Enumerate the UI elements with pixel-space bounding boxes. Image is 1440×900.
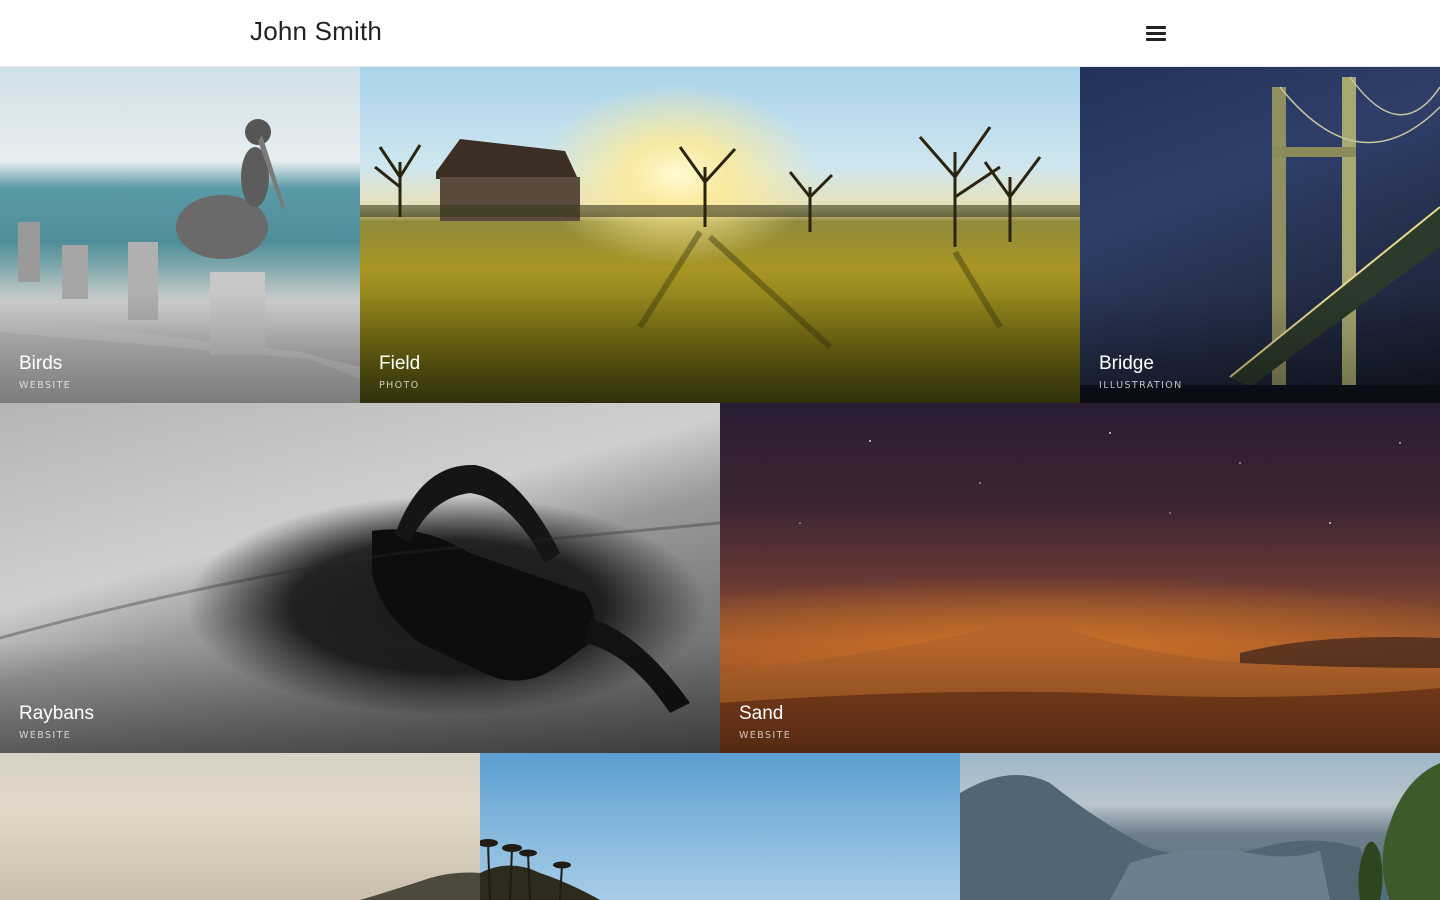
portfolio-item-title: Bridge (1099, 353, 1154, 374)
site-header: John Smith (0, 0, 1440, 67)
portfolio-item-category: PHOTO (379, 380, 420, 391)
portfolio-item-title: Sand (739, 703, 784, 724)
portfolio-item-coast[interactable] (0, 753, 480, 900)
sand-caption-shade (720, 643, 1440, 753)
portfolio-item-category: WEBSITE (19, 380, 72, 391)
coast-illustration (360, 872, 480, 900)
portfolio-item-title: Raybans (19, 703, 94, 724)
portfolio-item-raybans[interactable]: Raybans WEBSITE (0, 403, 720, 753)
palms-illustration (480, 839, 600, 900)
field-caption-shade (360, 293, 1080, 403)
portfolio-item-birds[interactable]: Birds WEBSITE (0, 67, 360, 403)
portfolio-item-category: WEBSITE (19, 730, 72, 741)
site-title[interactable]: John Smith (250, 16, 382, 47)
portfolio-item-sand[interactable]: Sand WEBSITE (720, 403, 1440, 753)
sand-caption: Sand WEBSITE (739, 703, 791, 741)
hamburger-bar-middle (1146, 32, 1166, 35)
field-caption: Field PHOTO (379, 353, 420, 391)
lake-illustration (960, 763, 1440, 900)
raybans-caption: Raybans WEBSITE (19, 703, 94, 741)
portfolio-item-category: WEBSITE (739, 730, 792, 741)
portfolio-item-title: Field (379, 353, 421, 374)
portfolio-item-field[interactable]: Field PHOTO (360, 67, 1080, 403)
hamburger-bar-top (1146, 26, 1166, 29)
hamburger-icon[interactable] (1142, 20, 1170, 46)
portfolio-item-lake[interactable] (960, 753, 1440, 900)
portfolio-item-title: Birds (19, 353, 63, 374)
portfolio-item-bridge[interactable]: Bridge ILLUSTRATION (1080, 67, 1440, 403)
portfolio-item-category: ILLUSTRATION (1099, 380, 1183, 391)
birds-caption: Birds WEBSITE (19, 353, 71, 391)
portfolio-item-palms[interactable] (480, 753, 960, 900)
raybans-caption-shade (0, 643, 720, 753)
hamburger-bar-bottom (1146, 38, 1166, 41)
bridge-caption: Bridge ILLUSTRATION (1099, 353, 1183, 391)
